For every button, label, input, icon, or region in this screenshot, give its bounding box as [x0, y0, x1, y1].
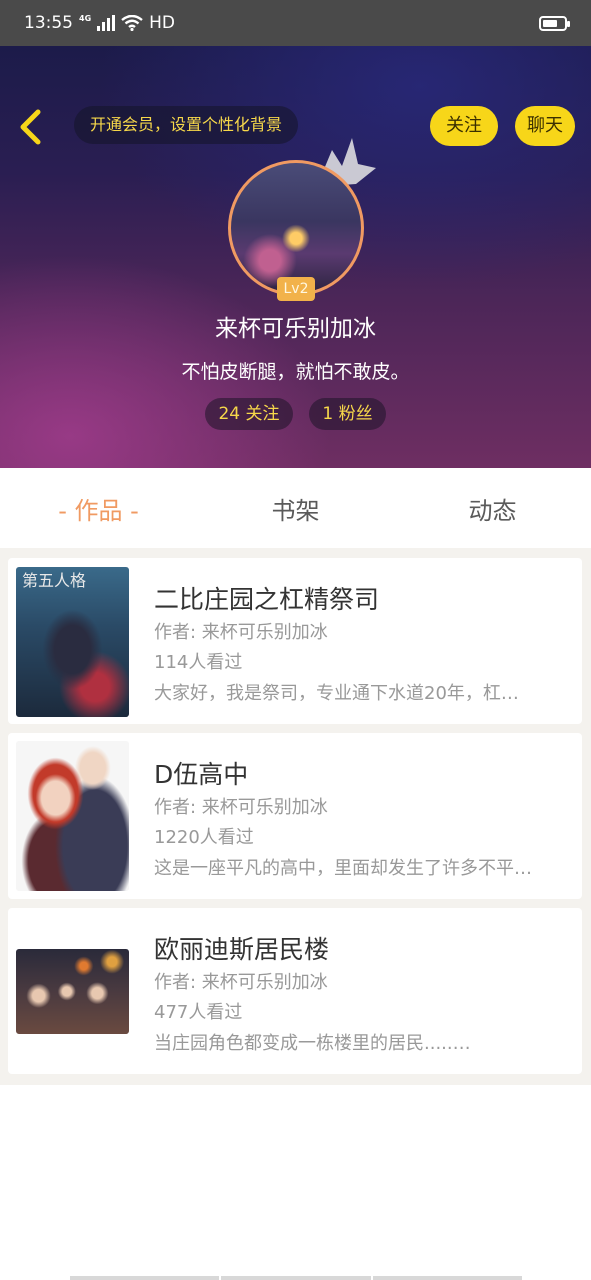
work-views: 114人看过 — [154, 652, 243, 673]
profile-tabs: - 作品 - 书架 动态 — [0, 468, 591, 548]
battery-icon — [539, 15, 570, 31]
cover-title: 第五人格 — [22, 571, 87, 590]
hd-indicator: HD — [149, 13, 176, 33]
signature: 不怕皮断腿，就怕不敢皮。 — [181, 361, 410, 383]
chevron-left-icon[interactable] — [14, 106, 48, 148]
work-description: 这是一座平凡的高中，里面却发生了许多不平… — [154, 858, 532, 879]
fans-count[interactable]: 1 粉丝 — [309, 398, 386, 430]
cover-image: 第五人格 — [16, 567, 129, 717]
network-type: 4G — [79, 14, 92, 23]
work-views: 1220人看过 — [154, 827, 254, 848]
work-views: 477人看过 — [154, 1002, 243, 1023]
list-item[interactable]: D伍高中 作者: 来杯可乐别加冰 1220人看过 这是一座平凡的高中，里面却发生… — [8, 733, 582, 899]
following-count[interactable]: 24 关注 — [205, 398, 293, 430]
profile-header: 开通会员，设置个性化背景 关注 聊天 Lv2 来杯可乐别加冰 不怕皮断腿，就怕不… — [0, 46, 591, 468]
work-author: 作者: 来杯可乐别加冰 — [154, 797, 328, 818]
tab-bookshelf[interactable]: 书架 — [197, 491, 394, 526]
cover-image — [16, 949, 129, 1034]
avatar-image — [228, 160, 364, 296]
work-title: D伍高中 — [154, 760, 249, 789]
status-left: 13:55 4G HD — [24, 13, 175, 33]
level-badge: Lv2 — [277, 277, 315, 301]
signal-icon — [97, 15, 116, 31]
chat-button[interactable]: 聊天 — [515, 106, 575, 146]
works-list: 第五人格 二比庄园之杠精祭司 作者: 来杯可乐别加冰 114人看过 大家好，我是… — [0, 548, 591, 1085]
status-bar: 13:55 4G HD — [0, 0, 591, 46]
work-title: 欧丽迪斯居民楼 — [154, 935, 330, 964]
follow-button[interactable]: 关注 — [430, 106, 498, 146]
tab-works[interactable]: - 作品 - — [0, 491, 197, 526]
work-title: 二比庄园之杠精祭司 — [154, 585, 380, 614]
work-description: 大家好，我是祭司，专业通下水道20年，杠… — [154, 683, 519, 704]
home-indicator — [70, 1276, 522, 1280]
vip-background-prompt[interactable]: 开通会员，设置个性化背景 — [74, 106, 299, 144]
cover-image — [16, 741, 129, 891]
list-item[interactable]: 第五人格 二比庄园之杠精祭司 作者: 来杯可乐别加冰 114人看过 大家好，我是… — [8, 558, 582, 724]
avatar[interactable] — [228, 160, 364, 296]
nickname: 来杯可乐别加冰 — [215, 316, 376, 342]
work-author: 作者: 来杯可乐别加冰 — [154, 622, 328, 643]
wifi-icon — [121, 15, 143, 31]
status-time: 13:55 — [24, 13, 73, 33]
work-description: 当庄园角色都变成一栋楼里的居民.....… — [154, 1033, 471, 1054]
work-author: 作者: 来杯可乐别加冰 — [154, 972, 328, 993]
list-item[interactable]: 欧丽迪斯居民楼 作者: 来杯可乐别加冰 477人看过 当庄园角色都变成一栋楼里的… — [8, 908, 582, 1074]
tab-activity[interactable]: 动态 — [394, 491, 591, 526]
